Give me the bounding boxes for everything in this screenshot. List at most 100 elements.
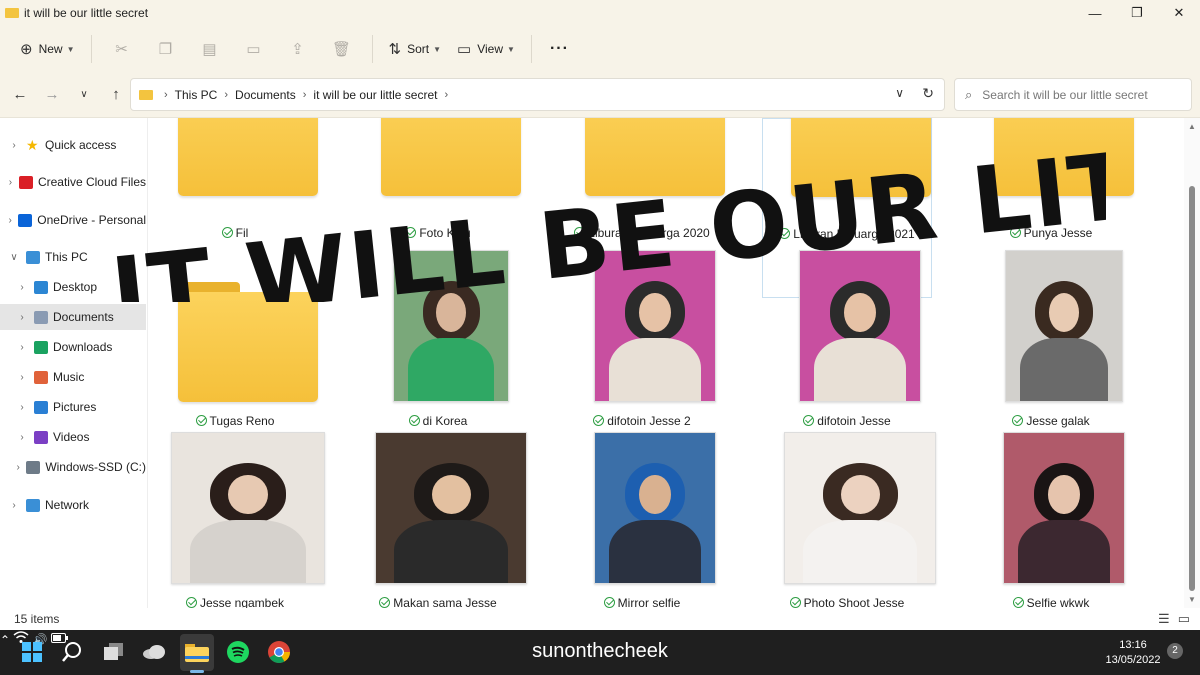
sidebar-item-pictures[interactable]: › Pictures	[0, 394, 146, 420]
sidebar-item-onedrive-personal[interactable]: › OneDrive - Personal	[0, 207, 146, 233]
file-name-text: difotoin Jesse 2	[607, 414, 691, 428]
sidebar-item-network[interactable]: › Network	[0, 492, 146, 518]
rename-icon: ▭	[246, 41, 261, 58]
photo-item[interactable]: Selfie wkwk	[966, 432, 1136, 608]
file-explorer-button[interactable]	[185, 640, 209, 664]
onedrive-taskbar-button[interactable]	[142, 640, 166, 664]
chevron-down-icon: ▼	[433, 44, 442, 54]
chevron-down-icon: ∨	[80, 89, 88, 100]
minimize-button[interactable]: —	[1074, 0, 1116, 26]
search-button[interactable]	[60, 640, 84, 664]
windows-icon	[22, 642, 42, 662]
close-button[interactable]: ✕	[1158, 0, 1200, 26]
sync-status-icon	[1012, 597, 1024, 608]
chevron-right-icon[interactable]: ›	[16, 402, 28, 413]
divider	[371, 35, 373, 63]
task-view-button[interactable]	[102, 640, 126, 664]
sidebar-item-documents[interactable]: › Documents	[0, 304, 146, 330]
photo-item[interactable]: Mirror selfie	[557, 432, 727, 608]
address-bar[interactable]: › This PC › Documents › it will be our l…	[130, 78, 945, 111]
sidebar-item-music[interactable]: › Music	[0, 364, 146, 390]
delete-icon: 🗑	[331, 41, 352, 58]
more-options-button[interactable]: ···	[540, 40, 579, 58]
clock-time: 13:16	[1119, 639, 1147, 651]
sync-status-icon	[603, 597, 615, 608]
chevron-right-icon[interactable]: ›	[16, 372, 28, 383]
active-indicator	[190, 670, 204, 673]
cut-button[interactable]: ✂	[100, 34, 144, 64]
chevron-right-icon[interactable]: ›	[16, 462, 20, 473]
search-box[interactable]: ⌕ Search it will be our little secret	[954, 78, 1192, 111]
start-button[interactable]	[20, 640, 44, 664]
folder-item[interactable]: Tugas Reno	[150, 250, 320, 430]
scroll-up-icon[interactable]: ▲	[1188, 122, 1196, 131]
vertical-scrollbar[interactable]: ▲ ▼	[1184, 118, 1200, 608]
notification-badge[interactable]: 2	[1167, 643, 1183, 659]
chrome-button[interactable]	[267, 640, 291, 664]
sidebar-item-quick-access[interactable]: › ★ Quick access	[0, 132, 146, 158]
sidebar-item-label: Windows-SSD (C:)	[45, 460, 146, 474]
photo-item[interactable]: di Korea	[353, 250, 523, 430]
sort-button[interactable]: ⇅ Sort ▼	[381, 34, 450, 64]
new-button[interactable]: ⊕ New ▼	[12, 34, 83, 64]
search-icon: ⌕	[965, 86, 973, 102]
sidebar-item-label: Creative Cloud Files	[37, 175, 146, 189]
delete-button[interactable]: 🗑	[320, 34, 364, 64]
file-name: Jesse galak	[966, 414, 1136, 428]
chevron-right-icon[interactable]: ›	[8, 500, 20, 511]
chevron-right-icon[interactable]: ›	[8, 177, 13, 188]
command-bar: ⊕ New ▼ ✂ ❐ ▤ ▭ ⇪ 🗑 ⇅ Sort ▼ ▭ View ▼ ··…	[0, 26, 1200, 72]
sidebar-item-videos[interactable]: › Videos	[0, 424, 146, 450]
navigation-pane: › ★ Quick access › Creative Cloud Files › OneD…	[0, 118, 148, 608]
photo-item[interactable]: Makan sama Jesse	[353, 432, 527, 608]
chevron-up-icon[interactable]: ⌃	[0, 633, 10, 647]
breadcrumb-current-folder[interactable]: it will be our little secret	[313, 88, 437, 102]
sidebar-item-creative-cloud-files[interactable]: › Creative Cloud Files	[0, 169, 146, 195]
file-name: Punya Jesse	[966, 226, 1136, 240]
clock[interactable]: 13:16 13/05/2022	[1098, 638, 1168, 668]
photo-item[interactable]: Jesse ngambek	[150, 432, 325, 608]
forward-button[interactable]: →	[38, 81, 66, 109]
window-controls: — ❐ ✕	[1074, 0, 1200, 26]
sidebar-item-windows-ssd-c[interactable]: › Windows-SSD (C:)	[0, 454, 146, 480]
chevron-right-icon[interactable]: ›	[16, 432, 28, 443]
pictures-icon	[34, 400, 48, 414]
scrollbar-thumb[interactable]	[1189, 186, 1195, 591]
status-bar: 15 items ☰ ▭	[0, 608, 1200, 630]
rename-button[interactable]: ▭	[232, 34, 276, 64]
breadcrumb-documents[interactable]: Documents	[235, 88, 296, 102]
chevron-right-icon[interactable]: ›	[8, 140, 20, 151]
up-button[interactable]: ↑	[102, 81, 130, 109]
recent-locations-button[interactable]: ∨	[70, 81, 98, 109]
details-view-icon[interactable]: ☰	[1158, 611, 1170, 627]
chevron-right-icon[interactable]: ›	[16, 282, 28, 293]
file-name: di Korea	[353, 414, 523, 428]
chevron-down-icon[interactable]: ∨	[8, 252, 20, 263]
back-button[interactable]: ←	[6, 81, 34, 109]
share-button[interactable]: ⇪	[276, 34, 320, 64]
chevron-right-icon[interactable]: ›	[8, 215, 12, 226]
sidebar-item-downloads[interactable]: › Downloads	[0, 334, 146, 360]
chevron-right-icon[interactable]: ›	[16, 342, 28, 353]
view-button[interactable]: ▭ View ▼	[449, 34, 523, 64]
sidebar-item-desktop[interactable]: › Desktop	[0, 274, 146, 300]
scroll-down-icon[interactable]: ▼	[1188, 595, 1196, 604]
photo-item[interactable]: difotoin Jesse	[762, 250, 932, 430]
file-name-text: Jesse ngambek	[199, 596, 285, 608]
photo-item[interactable]: difotoin Jesse 2	[557, 250, 727, 430]
chevron-down-icon[interactable]: ∨	[895, 86, 904, 100]
sidebar-item-label: Videos	[53, 430, 90, 444]
refresh-icon[interactable]: ↻	[922, 85, 934, 102]
spotify-button[interactable]	[226, 640, 250, 664]
sidebar-item-this-pc[interactable]: ∨ This PC	[0, 244, 146, 270]
creative-cloud-icon	[18, 175, 33, 189]
photo-item[interactable]: Photo Shoot Jesse	[762, 432, 936, 608]
breadcrumb-this-pc[interactable]: This PC	[175, 88, 218, 102]
maximize-button[interactable]: ❐	[1116, 0, 1158, 26]
file-view: Fil Foto Kelu Liburan Keluarga 2020 Liburan…	[150, 118, 1184, 608]
photo-item[interactable]: Jesse galak	[966, 250, 1136, 430]
tiles-view-icon[interactable]: ▭	[1178, 611, 1190, 627]
paste-button[interactable]: ▤	[188, 34, 232, 64]
chevron-right-icon[interactable]: ›	[16, 312, 28, 323]
copy-button[interactable]: ❐	[144, 34, 188, 64]
